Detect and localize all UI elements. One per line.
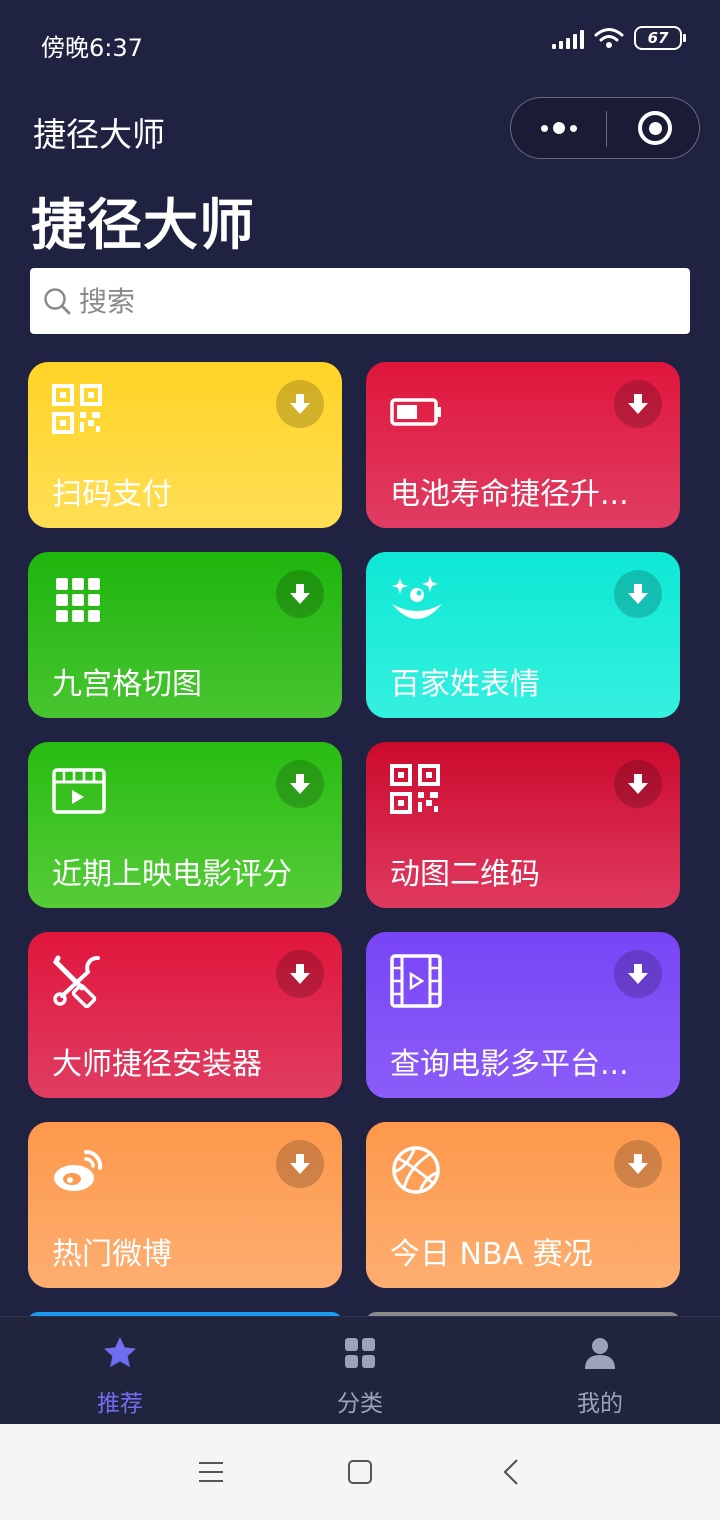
shortcut-title: 动图二维码	[390, 857, 540, 892]
nav-title: 捷径大师	[33, 115, 165, 154]
close-target-button[interactable]	[638, 111, 672, 145]
mini-program-capsule	[510, 97, 700, 159]
download-button[interactable]	[276, 1140, 324, 1188]
smiley-icon	[392, 576, 442, 619]
download-arrow-icon	[628, 774, 648, 794]
user-icon	[585, 1338, 615, 1369]
qr-code-icon	[390, 764, 440, 814]
target-dot-icon	[648, 121, 662, 135]
shortcut-title: 百家姓表情	[390, 667, 540, 702]
star-icon	[104, 1337, 136, 1368]
shortcut-title: 查询电影多平台...	[390, 1047, 629, 1082]
battery-indicator: 67	[634, 26, 686, 50]
shortcut-title: 九宫格切图	[52, 667, 202, 702]
shortcut-card[interactable]: 动图二维码	[366, 742, 680, 908]
shortcut-card[interactable]: 今日 NBA 赛况	[366, 1122, 680, 1288]
download-arrow-icon	[628, 964, 648, 984]
download-arrow-icon	[628, 1154, 648, 1174]
battery-icon	[390, 398, 441, 426]
status-icons: 67	[552, 26, 686, 50]
download-button[interactable]	[614, 380, 662, 428]
download-button[interactable]	[614, 760, 662, 808]
shortcut-title: 今日 NBA 赛况	[390, 1237, 593, 1272]
shortcut-title: 热门微博	[52, 1237, 172, 1272]
signal-icon	[552, 27, 584, 49]
shortcut-card[interactable]: 大师捷径安装器	[28, 932, 342, 1098]
more-dot-icon	[553, 122, 565, 134]
page-title: 捷径大师	[31, 193, 256, 257]
status-bar: 傍晚6:37 67	[0, 0, 720, 86]
back-icon[interactable]	[500, 1458, 522, 1486]
more-dot-icon	[570, 124, 577, 132]
tools-icon	[52, 955, 100, 1008]
search-bar[interactable]	[30, 268, 690, 334]
capsule-divider	[606, 111, 607, 147]
shortcut-title: 大师捷径安装器	[52, 1047, 262, 1082]
qr-code-icon	[52, 384, 102, 434]
weibo-icon	[54, 1149, 103, 1191]
shortcut-card[interactable]: 近期上映电影评分	[28, 742, 342, 908]
tab-bar: 推荐 分类 我的	[0, 1316, 720, 1425]
download-arrow-icon	[290, 1154, 310, 1174]
download-button[interactable]	[276, 760, 324, 808]
system-nav-bar	[0, 1424, 720, 1520]
tab-label: 推荐	[97, 1391, 143, 1417]
tab-label: 我的	[577, 1391, 623, 1417]
shortcut-card[interactable]: 扫码支付	[28, 362, 342, 528]
shortcut-title: 电池寿命捷径升...	[390, 477, 629, 512]
shortcut-card[interactable]: 查询电影多平台...	[366, 932, 680, 1098]
tab-label: 分类	[337, 1391, 383, 1417]
shortcut-card[interactable]: 百家姓表情	[366, 552, 680, 718]
download-button[interactable]	[276, 950, 324, 998]
tab-mine[interactable]: 我的	[480, 1317, 720, 1425]
download-arrow-icon	[290, 774, 310, 794]
download-button[interactable]	[614, 950, 662, 998]
film-strip-icon	[390, 954, 442, 1008]
tab-category[interactable]: 分类	[240, 1317, 480, 1425]
shortcut-title: 扫码支付	[52, 477, 172, 512]
download-button[interactable]	[276, 380, 324, 428]
tab-recommend[interactable]: 推荐	[0, 1317, 240, 1425]
status-time: 傍晚6:37	[41, 34, 143, 62]
wifi-icon	[594, 28, 624, 48]
download-button[interactable]	[276, 570, 324, 618]
download-arrow-icon	[290, 964, 310, 984]
download-arrow-icon	[628, 394, 648, 414]
basketball-icon	[392, 1146, 440, 1194]
download-button[interactable]	[614, 1140, 662, 1188]
shortcut-title: 近期上映电影评分	[52, 857, 292, 892]
shortcut-card[interactable]: 电池寿命捷径升...	[366, 362, 680, 528]
more-menu-button[interactable]	[539, 98, 579, 158]
download-arrow-icon	[290, 584, 310, 604]
shortcut-card[interactable]: 热门微博	[28, 1122, 342, 1288]
more-dot-icon	[541, 124, 548, 132]
menu-icon[interactable]	[198, 1460, 224, 1484]
download-arrow-icon	[628, 584, 648, 604]
shortcut-card[interactable]: 九宫格切图	[28, 552, 342, 718]
search-icon	[44, 288, 71, 315]
download-button[interactable]	[614, 570, 662, 618]
film-clapper-icon	[52, 768, 106, 814]
grid-icon	[56, 578, 100, 622]
category-icon	[345, 1338, 375, 1368]
home-icon[interactable]	[347, 1459, 373, 1485]
download-arrow-icon	[290, 394, 310, 414]
search-input[interactable]	[77, 283, 661, 319]
